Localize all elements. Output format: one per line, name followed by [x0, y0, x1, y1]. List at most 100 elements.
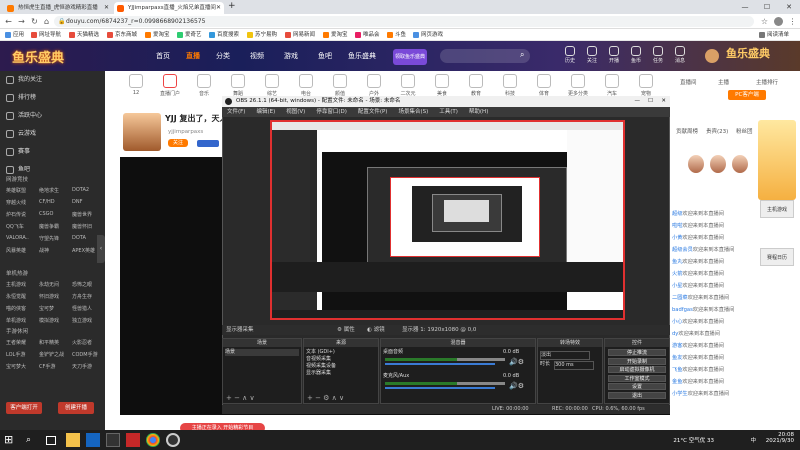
category-item[interactable]: 户外 [361, 74, 387, 97]
bookmark-item[interactable]: 苏宁易购 [246, 30, 277, 40]
bookmark-item[interactable]: 网址导航 [30, 30, 61, 40]
sidebar-item[interactable]: 活跃中心 [6, 111, 42, 121]
display-select[interactable]: 显示器 1: 1920x1080 @ 0,0 [402, 325, 476, 335]
obs-menu-item[interactable]: 停靠窗口(D) [316, 109, 347, 115]
right-link[interactable]: 主播排行 [756, 78, 778, 86]
new-tab-button[interactable]: + [228, 1, 236, 11]
chat-username[interactable]: 鱼友 [672, 355, 682, 361]
header-user-item[interactable]: 任务 [648, 46, 668, 64]
bookmark-item[interactable]: 网易新闻 [284, 30, 315, 40]
sidebar-category[interactable]: 宝可梦大 [6, 363, 36, 370]
category-item[interactable]: 音乐 [191, 74, 217, 97]
chat-username[interactable]: 二圆菜 [672, 295, 688, 301]
close-window-icon[interactable]: ✕ [778, 0, 800, 14]
header-user-item[interactable]: 关注 [582, 46, 602, 64]
sidebar-category[interactable]: 战神 [39, 247, 69, 254]
header-user-item[interactable]: 历史 [560, 46, 580, 64]
site-logo[interactable]: 鱼乐盛典 [12, 47, 64, 66]
category-item[interactable]: 美食 [429, 74, 455, 97]
properties-button[interactable]: ⚙ 属性 [337, 325, 355, 335]
sidebar-category[interactable]: 永劫无间 [39, 281, 69, 288]
chat-username[interactable]: 啦啦 [672, 223, 682, 229]
side-box[interactable]: 主机游戏 [760, 200, 794, 218]
search-icon[interactable]: ⌕ [520, 50, 524, 60]
obs-control-button[interactable]: 开始录制 [608, 357, 666, 365]
rank-tab[interactable]: 贡献周榜 [676, 127, 698, 135]
bookmark-item[interactable]: 爱奇艺 [176, 30, 202, 40]
sidebar-category[interactable]: CSGO [39, 211, 69, 217]
chat-username[interactable]: 超级会员 [672, 247, 693, 253]
nav-item-2[interactable]: 分类 [216, 51, 230, 61]
menu-icon[interactable]: ⋮ [786, 15, 799, 28]
duration-input[interactable]: 300 ms [554, 361, 594, 370]
sidebar-category[interactable]: 绝地求生 [39, 187, 69, 194]
site-search-input[interactable] [440, 49, 530, 63]
sidebar-category[interactable]: 恐怖之眼 [72, 281, 102, 288]
source-controls-icon[interactable]: + − ⚙ ∧ ∨ [307, 394, 344, 402]
category-item[interactable]: 颜值 [327, 74, 353, 97]
clock[interactable]: 20:08 2021/9/30 [766, 432, 794, 444]
chat-username[interactable]: 游客 [672, 343, 682, 349]
obs-menu-item[interactable]: 配置文件(P) [358, 109, 388, 115]
obs-control-button[interactable]: 工作室模式 [608, 374, 666, 382]
sidebar-category[interactable]: 王者荣耀 [6, 339, 36, 346]
scene-controls-icon[interactable]: + − ∧ ∨ [226, 394, 255, 402]
bookmark-item[interactable]: 唯品会 [354, 30, 380, 40]
sidebar-category[interactable]: 风暴英雄 [6, 247, 36, 254]
chat-username[interactable]: 飞鱼 [672, 367, 682, 373]
source-item[interactable]: 显示器采集 [306, 370, 331, 377]
sidebar-item[interactable]: 赛事 [6, 147, 30, 157]
sidebar-category[interactable]: QQ飞车 [6, 223, 36, 230]
obs-menu-item[interactable]: 帮助(H) [469, 109, 488, 115]
terminal-icon[interactable] [106, 433, 120, 447]
browser-tab-active[interactable]: YJJimparpaxs直播_火焰兄弟直播间 ✕ [114, 2, 224, 14]
sidebar-category[interactable]: 喵的侠客 [6, 305, 36, 312]
mail-icon[interactable] [86, 433, 100, 447]
sidebar-category[interactable]: 宝可梦 [39, 305, 69, 312]
url-bar[interactable]: 🔒 douyu.com/6874237_r=0.0998668902136575 [54, 16, 754, 27]
mixer-slider-1[interactable] [385, 363, 495, 365]
category-item[interactable]: 电台 [293, 74, 319, 97]
sidebar-item[interactable]: 云游戏 [6, 129, 36, 139]
sidebar-category[interactable]: VALORA.. [6, 235, 36, 241]
nav-item-6[interactable]: 鱼乐盛典 [348, 51, 376, 61]
bookmark-item[interactable]: 天猫精选 [68, 30, 99, 40]
bookmark-item[interactable]: 应用 [4, 30, 24, 40]
chat-username[interactable]: 金鱼 [672, 379, 682, 385]
chat-username[interactable]: 超级 [672, 211, 682, 217]
windows-start-icon[interactable]: ⊞ [4, 433, 18, 447]
file-explorer-icon[interactable] [66, 433, 80, 447]
sidebar-category[interactable]: 穿越火线 [6, 199, 36, 206]
sidebar-category[interactable]: 魔兽争霸 [39, 223, 69, 230]
fan-avatar[interactable] [688, 155, 704, 173]
category-item[interactable]: 体育 [531, 74, 557, 97]
obs-maximize-icon[interactable]: ☐ [648, 96, 653, 107]
sidebar-category[interactable]: 独立游戏 [72, 317, 102, 324]
chat-username[interactable]: 小心 [672, 319, 682, 325]
sidebar-category[interactable]: 守望先锋 [39, 235, 69, 242]
sidebar-item[interactable]: 我的关注 [6, 75, 42, 85]
bookmark-item[interactable]: 网页游戏 [412, 30, 443, 40]
search-icon[interactable]: ⌕ [26, 433, 40, 447]
mute-icon[interactable]: 🔊⚙ [509, 358, 524, 366]
obs-menu-item[interactable]: 文件(F) [227, 109, 245, 115]
header-user-item[interactable]: 开播 [604, 46, 624, 64]
filters-button[interactable]: ◐ 滤镜 [367, 325, 385, 335]
sidebar-category[interactable]: 模拟游戏 [39, 317, 69, 324]
sidebar-item[interactable]: 排行榜 [6, 93, 36, 103]
category-item[interactable]: 汽车 [599, 74, 625, 97]
category-item[interactable]: 综艺 [259, 74, 285, 97]
obs-minimize-icon[interactable]: — [635, 96, 641, 107]
right-link[interactable]: 直播间 [680, 78, 697, 86]
maximize-window-icon[interactable]: ☐ [756, 0, 778, 14]
user-avatar[interactable] [705, 49, 719, 63]
sidebar-category[interactable]: 炉石传说 [6, 211, 36, 218]
obs-menu-item[interactable]: 工具(T) [439, 109, 458, 115]
streamer-avatar[interactable] [123, 113, 161, 151]
chat-username[interactable]: badfgas [672, 307, 693, 313]
chat-username[interactable]: 火箭 [672, 271, 682, 277]
nav-item-1[interactable]: 直播 [186, 51, 200, 61]
scene-item[interactable]: 场景 [225, 349, 299, 356]
sidebar-category[interactable]: CODM手游 [72, 351, 102, 358]
pc-client-ad[interactable]: PC客户端 [728, 90, 766, 100]
